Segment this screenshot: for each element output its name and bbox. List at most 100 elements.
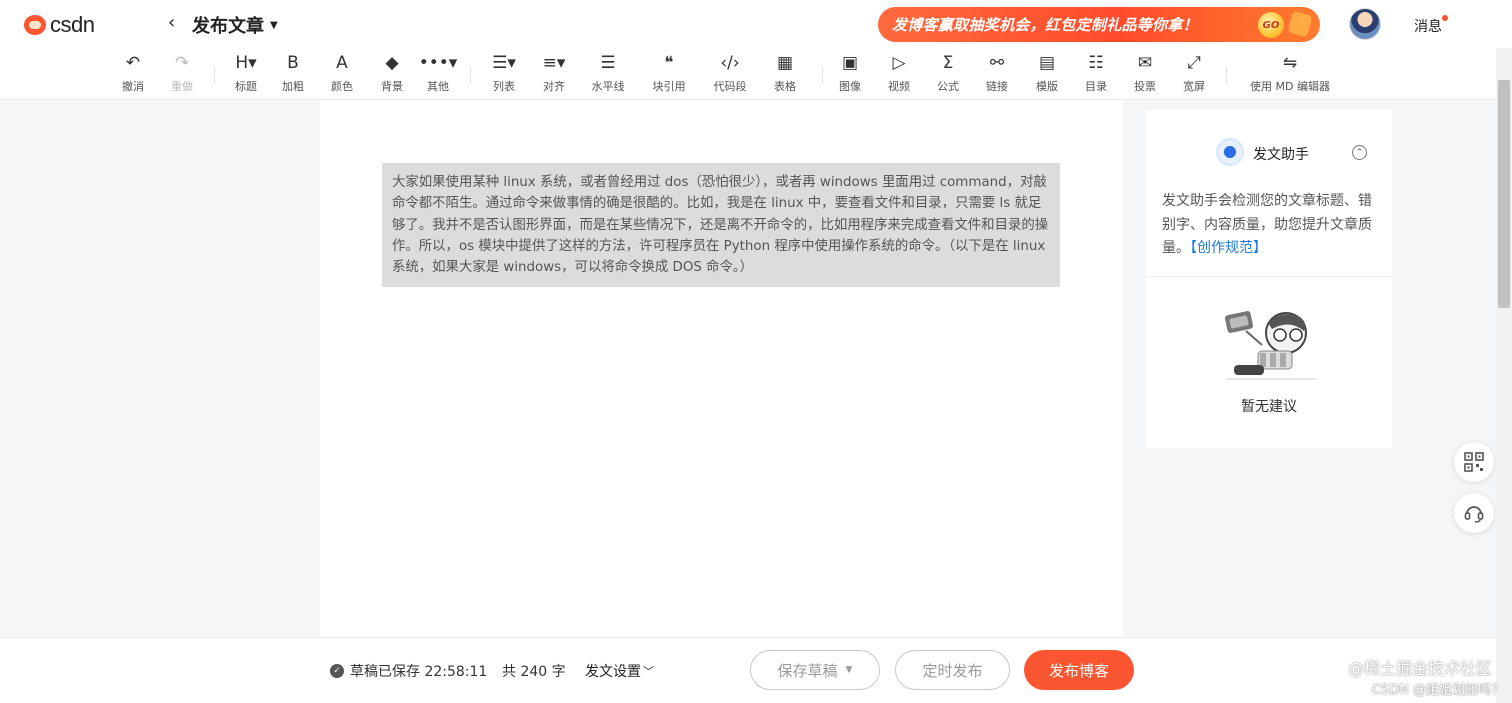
toolbar-label: 链接 [986,80,1008,93]
back-chevron-icon[interactable]: ‹ [168,12,175,33]
bottom-action-bar: ✓ 草稿已保存 22:58:11 共 240 字 发文设置 ﹀ 保存草稿 ▼ 定… [0,637,1496,703]
image-icon: ▣ [841,53,859,73]
toolbar-image-button[interactable]: ▣ 图像 [828,52,872,94]
headset-icon [1464,506,1484,523]
toolbar-label: 对齐 [543,80,565,93]
link-icon: ⚯ [989,53,1005,73]
toolbar-widescreen-button[interactable]: ⤢ 宽屏 [1172,52,1216,94]
toolbar-label: 重做 [171,80,193,93]
toolbar-label: 背景 [381,80,403,93]
toolbar-video-button[interactable]: ▷ 视频 [877,52,921,94]
toolbar-heading-button[interactable]: H▾ 标题 [224,52,268,94]
list-icon: ☰▾ [492,53,516,73]
toolbar-formula-button[interactable]: Σ 公式 [926,52,970,94]
toolbar-label: 代码段 [713,80,747,93]
save-draft-button[interactable]: 保存草稿 ▼ [750,650,880,690]
heading-icon: H▾ [235,53,257,73]
background-icon: ◆ [385,53,399,73]
go-badge: GO [1258,12,1284,38]
md-editor-icon: ⇋ [1282,53,1298,73]
block-quote[interactable]: 大家如果使用某种 linux 系统，或者曾经用过 dos（恐怕很少），或者再 w… [382,163,1060,287]
table-icon: ▦ [776,53,794,73]
toolbar-label: 其他 [427,80,449,93]
watermark-juejin: @稀土掘金技术社区 [1347,659,1492,678]
toolbar-label: 水平线 [591,80,625,93]
bold-icon: B [287,53,299,73]
page-title-dropdown[interactable]: 发布文章 ▼ [192,12,278,38]
code-block-icon: ‹/› [720,53,740,73]
watermark-author: CSDN @姐姐划船吗？ [1371,683,1504,698]
toolbar-link-button[interactable]: ⚯ 链接 [975,52,1019,94]
caret-down-icon: ▼ [845,665,853,675]
assistant-logo-icon [1216,138,1244,166]
toolbar-label: 目录 [1085,80,1107,93]
qr-code-button[interactable] [1454,442,1494,482]
toolbar-color-button[interactable]: A 颜色 [320,52,364,94]
toolbar-separator [214,66,215,84]
align-icon: ≡▾ [542,53,566,73]
toolbar-blockquote-button[interactable]: ❝ 块引用 [647,52,691,94]
save-status: ✓ 草稿已保存 22:58:11 [330,661,487,681]
toc-icon: ☷ [1088,53,1104,73]
toolbar-align-button[interactable]: ≡▾ 对齐 [532,52,576,94]
toolbar-label: 撤消 [122,80,144,93]
toolbar-label: 颜色 [331,80,353,93]
toolbar-list-button[interactable]: ☰▾ 列表 [482,52,526,94]
messages-link[interactable]: 消息 [1414,15,1448,36]
chevron-down-icon: ﹀ [643,665,654,678]
toolbar-separator [1226,66,1227,84]
notification-dot [1442,15,1448,21]
schedule-publish-button[interactable]: 定时发布 [895,650,1010,690]
toolbar-separator [470,66,471,84]
save-draft-label: 保存草稿 [777,661,838,680]
promo-banner[interactable]: 发博客赢取抽奖机会，红包定制礼品等你拿！ GO [878,7,1320,42]
toolbar-label: 宽屏 [1183,80,1205,93]
toolbar-template-button[interactable]: ▤ 模版 [1025,52,1069,94]
scrollbar-thumb[interactable] [1498,80,1510,308]
video-icon: ▷ [892,53,906,73]
writing-assistant-panel: 发文助手 ⌃ 发文助手会检测您的文章标题、错别字、内容质量，助您提升文章质量。【… [1146,110,1392,448]
toolbar-redo-button[interactable]: ↷ 重做 [160,52,204,94]
toolbar-undo-button[interactable]: ↶ 撤消 [111,52,155,94]
customer-service-button[interactable] [1454,493,1494,533]
assistant-title: 发文助手 [1253,147,1309,163]
more-icon: •••▾ [418,53,458,73]
user-avatar[interactable] [1349,8,1381,40]
toolbar-background-button[interactable]: ◆ 背景 [370,52,414,94]
monkey-logo-icon [24,15,46,35]
qr-code-icon [1464,452,1484,472]
toolbar-label: 投票 [1134,80,1156,93]
saved-status-text: 草稿已保存 22:58:11 [350,664,488,680]
csdn-logo[interactable]: csdn [24,12,95,38]
assistant-header: 发文助手 ⌃ [1146,136,1392,172]
vote-icon: ✉ [1137,53,1153,73]
collapse-chevron-icon[interactable]: ⌃ [1352,145,1367,160]
editor-canvas[interactable]: 大家如果使用某种 linux 系统，或者曾经用过 dos（恐怕很少），或者再 w… [320,100,1123,640]
publish-settings-dropdown[interactable]: 发文设置 ﹀ [585,661,654,681]
undo-icon: ↶ [125,53,141,73]
toolbar-toc-button[interactable]: ☷ 目录 [1074,52,1118,94]
toolbar-label: 表格 [774,80,796,93]
toolbar-label: 公式 [937,80,959,93]
toolbar-table-button[interactable]: ▦ 表格 [763,52,807,94]
toolbar-label: 列表 [493,80,515,93]
toolbar-bold-button[interactable]: B 加粗 [271,52,315,94]
toolbar-label: 加粗 [282,80,304,93]
gift-icon [1287,10,1313,38]
top-header: csdn ‹ 发布文章 ▼ 发博客赢取抽奖机会，红包定制礼品等你拿！ GO 消息 [0,0,1512,48]
toolbar-label: 块引用 [652,80,686,93]
publish-blog-button[interactable]: 发布博客 [1024,650,1134,690]
blockquote-icon: ❝ [664,53,674,73]
assistant-description: 发文助手会检测您的文章标题、错别字、内容质量，助您提升文章质量。【创作规范】 [1162,190,1380,261]
toolbar-more-button[interactable]: •••▾ 其他 [416,52,460,94]
empty-illustration [1224,311,1316,380]
toolbar-horizontal-rule-button[interactable]: ☰ 水平线 [586,52,630,94]
horizontal-rule-icon: ☰ [600,53,616,73]
toolbar-md-editor-button[interactable]: ⇋ 使用 MD 编辑器 [1240,52,1340,94]
editor-toolbar: ↶ 撤消 ↷ 重做 H▾ 标题 B 加粗 A 颜色 ◆ 背景 •••▾ 其他 ☰▾ 列表 ≡▾ 对齐 ☰ 水平线 ❝ 块引… [0,48,1512,100]
toolbar-label: 图像 [839,80,861,93]
toolbar-label: 视频 [888,80,910,93]
creation-guidelines-link[interactable]: 【创作规范】 [1190,240,1267,256]
toolbar-vote-button[interactable]: ✉ 投票 [1123,52,1167,94]
toolbar-code-block-button[interactable]: ‹/› 代码段 [708,52,752,94]
